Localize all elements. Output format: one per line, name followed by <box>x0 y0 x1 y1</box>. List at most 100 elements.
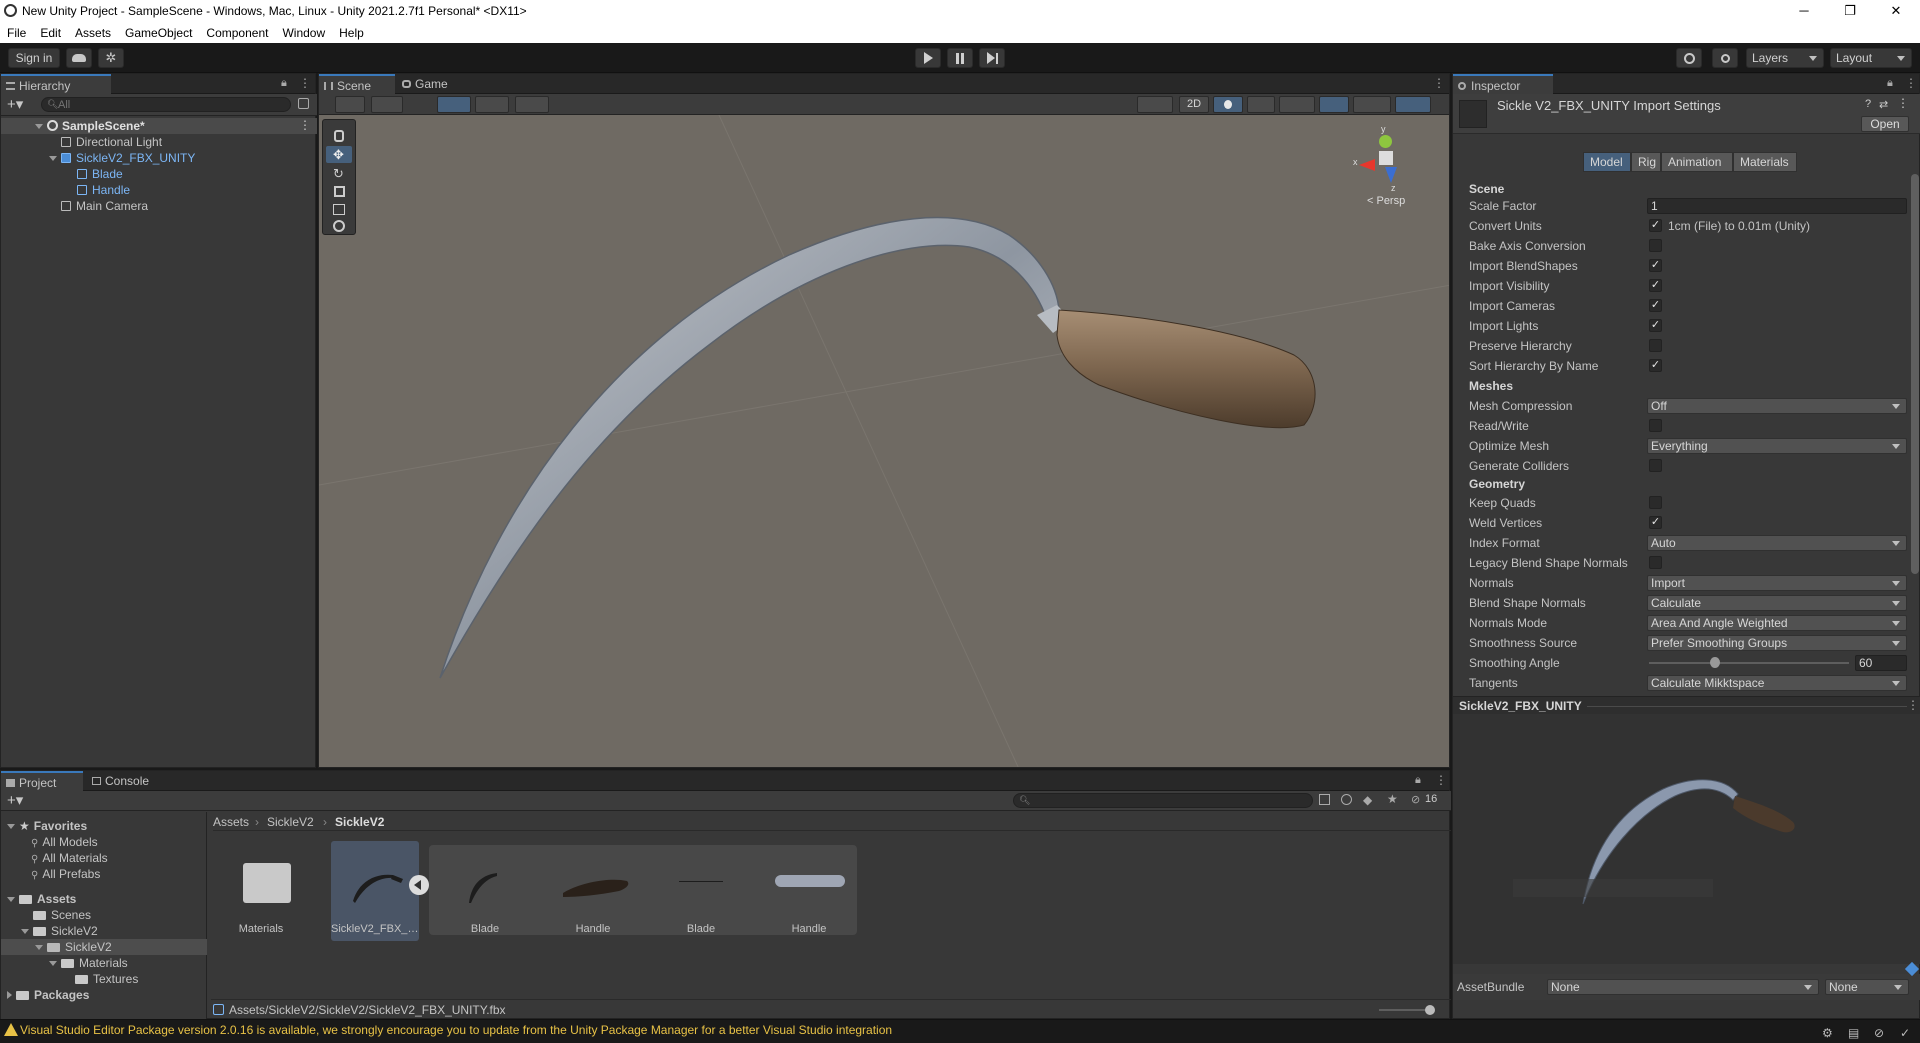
effects-dropdown[interactable] <box>1279 96 1315 113</box>
auto-generate-lighting-icon[interactable]: ✓ <box>1900 1023 1910 1043</box>
scale-factor-input[interactable]: 1 <box>1647 198 1907 214</box>
asset-materials-folder[interactable]: Materials <box>217 841 305 941</box>
tab-materials[interactable]: Materials <box>1733 152 1797 172</box>
rotate-tool-button[interactable]: ↻ <box>326 166 352 182</box>
audio-toggle[interactable] <box>1247 96 1275 113</box>
move-tool-button[interactable]: ✥ <box>326 146 352 163</box>
asset-blade-mesh[interactable]: Blade <box>441 841 529 941</box>
tab-project[interactable]: Project <box>1 771 83 791</box>
index-format-dropdown[interactable]: Auto <box>1647 535 1907 551</box>
menu-file[interactable]: File <box>0 26 33 40</box>
assets-folder[interactable]: Assets <box>7 891 76 907</box>
import-lights-checkbox[interactable]: ✓ <box>1649 319 1662 332</box>
layers-dropdown[interactable]: Layers <box>1746 48 1824 68</box>
smoothness-source-dropdown[interactable]: Prefer Smoothing Groups <box>1647 635 1907 651</box>
preserve-hierarchy-checkbox[interactable] <box>1649 339 1662 352</box>
favorite-all-prefabs[interactable]: ⚲ All Prefabs <box>31 866 100 882</box>
folder-scenes[interactable]: Scenes <box>33 907 91 923</box>
asset-handle-material[interactable]: Handle <box>765 841 853 941</box>
hierarchy-item-blade[interactable]: Blade <box>77 166 123 182</box>
help-icon[interactable]: ? <box>1865 98 1871 110</box>
snap-settings-dropdown[interactable] <box>475 96 509 113</box>
hidden-objects-toggle[interactable] <box>1319 96 1349 113</box>
generate-colliders-checkbox[interactable] <box>1649 459 1662 472</box>
preset-icon[interactable]: ⇄ <box>1879 98 1888 111</box>
cache-icon[interactable]: ▤ <box>1848 1023 1859 1043</box>
convert-units-checkbox[interactable]: ✓ <box>1649 219 1662 232</box>
tab-model[interactable]: Model <box>1583 152 1631 172</box>
step-button[interactable] <box>979 48 1005 68</box>
smoothing-angle-slider-thumb[interactable] <box>1710 657 1720 668</box>
layout-dropdown[interactable]: Layout <box>1830 48 1912 68</box>
project-search-input[interactable]: 🔍︎ <box>1013 793 1313 808</box>
tab-console[interactable]: Console <box>87 771 171 791</box>
normals-dropdown[interactable]: Import <box>1647 575 1907 591</box>
keep-quads-checkbox[interactable] <box>1649 496 1662 509</box>
weld-vertices-checkbox[interactable]: ✓ <box>1649 516 1662 529</box>
bake-axis-checkbox[interactable] <box>1649 239 1662 252</box>
expand-prefab-icon[interactable] <box>409 875 429 895</box>
model-preview[interactable] <box>1453 714 1920 964</box>
menu-window[interactable]: Window <box>275 26 332 40</box>
scene-viewport[interactable]: ✥ ↻ y x z < Persp <box>319 115 1449 767</box>
normals-mode-dropdown[interactable]: Area And Angle Weighted <box>1647 615 1907 631</box>
import-cameras-checkbox[interactable]: ✓ <box>1649 299 1662 312</box>
sign-in-button[interactable]: Sign in <box>8 48 60 68</box>
cloud-button[interactable] <box>66 48 92 68</box>
inspector-scrollbar[interactable] <box>1911 174 1919 574</box>
hierarchy-item-main-camera[interactable]: Main Camera <box>61 198 148 214</box>
menu-gameobject[interactable]: GameObject <box>118 26 199 40</box>
search-button[interactable] <box>1712 48 1738 68</box>
smoothing-angle-input[interactable]: 60 <box>1855 655 1907 671</box>
hierarchy-item-handle[interactable]: Handle <box>77 182 130 198</box>
kebab-menu-icon[interactable]: ⋮ <box>1433 76 1445 90</box>
favorite-all-materials[interactable]: ⚲ All Materials <box>31 850 108 866</box>
perspective-label[interactable]: < Persp <box>1367 195 1405 207</box>
kebab-menu-icon[interactable]: ⋮ <box>1435 773 1447 787</box>
create-asset-button[interactable]: +▾ <box>7 791 23 809</box>
search-filter-icon[interactable] <box>298 98 309 109</box>
tab-animation[interactable]: Animation <box>1661 152 1733 172</box>
folder-textures[interactable]: Textures <box>75 971 138 987</box>
legacy-blend-checkbox[interactable] <box>1649 556 1662 569</box>
search-by-type-icon[interactable] <box>1319 794 1330 805</box>
favorite-star-icon[interactable]: ★ <box>1387 792 1398 806</box>
menu-component[interactable]: Component <box>199 26 275 40</box>
pause-button[interactable] <box>947 48 973 68</box>
breadcrumb-assets[interactable]: Assets <box>213 815 249 829</box>
hierarchy-item-directional-light[interactable]: Directional Light <box>61 134 162 150</box>
open-button[interactable]: Open <box>1861 116 1909 132</box>
gizmo-center[interactable] <box>1379 151 1393 165</box>
favorites-folder[interactable]: ★ Favorites <box>7 818 87 834</box>
add-object-button[interactable]: +▾ <box>7 95 23 113</box>
play-button[interactable] <box>915 48 941 68</box>
search-by-label-icon[interactable] <box>1341 794 1352 805</box>
close-button[interactable]: ✕ <box>1876 0 1916 22</box>
collab-button[interactable]: ✲ <box>98 48 124 68</box>
breadcrumb-sicklev2[interactable]: SickleV2 <box>267 815 314 829</box>
gizmo-y-axis[interactable] <box>1379 135 1392 148</box>
lock-icon[interactable]: 🔒︎ <box>1887 77 1893 90</box>
folder-sicklev2-inner[interactable]: SickleV2 <box>35 939 112 955</box>
asset-blade-material[interactable]: Blade <box>657 841 745 941</box>
sort-hierarchy-checkbox[interactable]: ✓ <box>1649 359 1662 372</box>
tab-game[interactable]: Game <box>397 74 467 94</box>
icon-size-slider[interactable] <box>1379 1009 1429 1011</box>
blend-shape-normals-dropdown[interactable]: Calculate <box>1647 595 1907 611</box>
import-blendshapes-checkbox[interactable]: ✓ <box>1649 259 1662 272</box>
draw-mode-dropdown[interactable] <box>335 96 365 113</box>
progress-icon[interactable]: ⊘ <box>1874 1023 1884 1043</box>
undo-history-button[interactable] <box>1676 48 1702 68</box>
kebab-menu-icon[interactable]: ⋮ <box>1905 76 1917 90</box>
read-write-checkbox[interactable] <box>1649 419 1662 432</box>
lock-icon[interactable]: 🔒︎ <box>1415 774 1421 787</box>
2d-toggle[interactable]: 2D <box>1179 96 1209 113</box>
gizmo-x-axis[interactable] <box>1359 159 1375 171</box>
optimize-mesh-dropdown[interactable]: Everything <box>1647 438 1907 454</box>
asset-sickle-fbx[interactable]: SickleV2_FBX_UN... <box>331 841 429 941</box>
folder-sicklev2[interactable]: SickleV2 <box>21 923 98 939</box>
shading-dropdown[interactable] <box>371 96 403 113</box>
scene-menu-icon[interactable]: ⋮ <box>299 118 311 132</box>
scale-tool-button[interactable] <box>326 184 352 200</box>
kebab-menu-icon[interactable]: ⋮ <box>299 76 311 90</box>
